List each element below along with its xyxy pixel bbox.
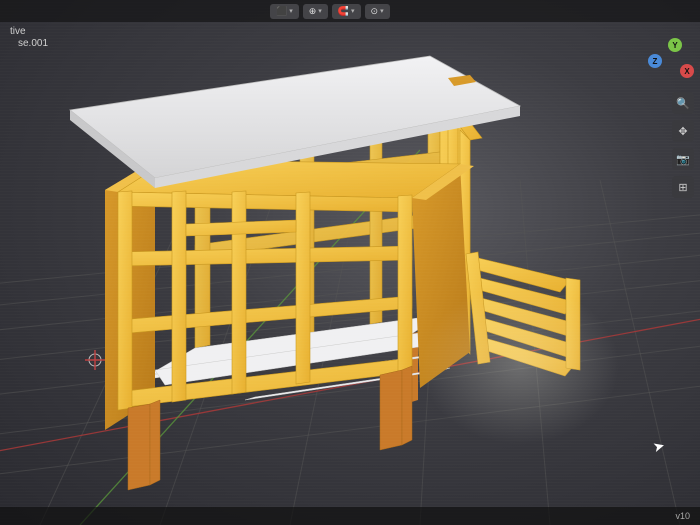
viewport-side-tools: 🔍 ✥ 📷 ⊞ <box>672 92 694 198</box>
camera-icon: 📷 <box>676 153 690 166</box>
gizmo-axis-z[interactable]: Z <box>648 54 662 68</box>
zoom-button[interactable]: 🔍 <box>672 92 694 114</box>
magnet-icon: 🧲 <box>338 6 349 17</box>
status-bar: v10 <box>0 507 700 525</box>
mode-dropdown[interactable]: ⬛ ▾ <box>270 4 299 19</box>
move-icon: ✥ <box>678 125 687 138</box>
navigation-gizmo[interactable]: Y Z X <box>646 34 696 84</box>
active-object-label: se.001 <box>10 38 48 50</box>
grid-icon: ⊞ <box>678 181 687 194</box>
chevron-down-icon: ▾ <box>289 7 293 15</box>
3d-viewport[interactable]: ⬛ ▾ ⊕ ▾ 🧲 ▾ ⊙ ▾ tive se.001 Y Z X 🔍 ✥ 📷 … <box>0 0 700 525</box>
zoom-icon: 🔍 <box>676 97 690 110</box>
viewport-header: ⬛ ▾ ⊕ ▾ 🧲 ▾ ⊙ ▾ <box>0 0 700 22</box>
gizmo-axis-x[interactable]: X <box>680 64 694 78</box>
overlay-dropdown[interactable]: ⊙ ▾ <box>365 4 390 19</box>
perspective-button[interactable]: ⊞ <box>672 176 694 198</box>
chevron-down-icon: ▾ <box>380 7 384 15</box>
pivot-icon: ⊕ <box>309 6 317 17</box>
viewport-overlay-text: tive se.001 <box>10 26 48 50</box>
status-text: v10 <box>675 511 690 521</box>
pivot-dropdown[interactable]: ⊕ ▾ <box>303 4 328 19</box>
snap-toggle[interactable]: 🧲 ▾ <box>332 4 361 19</box>
view-mode-label: tive <box>10 26 26 37</box>
gizmo-axis-y[interactable]: Y <box>668 38 682 52</box>
overlay-icon: ⊙ <box>371 6 379 17</box>
chevron-down-icon: ▾ <box>351 7 355 15</box>
mode-icon: ⬛ <box>276 6 287 17</box>
camera-button[interactable]: 📷 <box>672 148 694 170</box>
pan-button[interactable]: ✥ <box>672 120 694 142</box>
model-structure[interactable] <box>0 0 700 525</box>
chevron-down-icon: ▾ <box>318 7 322 15</box>
